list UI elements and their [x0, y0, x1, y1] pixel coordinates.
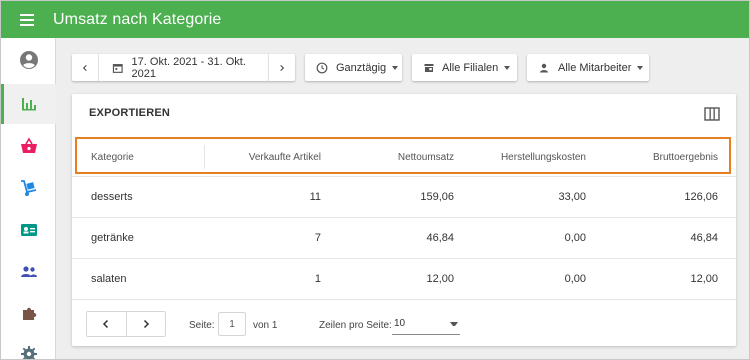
chevron-right-icon — [280, 64, 285, 71]
page-title: Umsatz nach Kategorie — [53, 10, 222, 28]
sidebar — [1, 38, 56, 359]
cell-bruttoergebnis: 12,00 — [690, 273, 718, 285]
cell-nettoumsatz: 159,06 — [420, 191, 454, 203]
column-header-nettoumsatz[interactable]: Nettoumsatz — [321, 139, 454, 175]
pagination-bar: Seite: von 1 Zeilen pro Seite: 10 — [72, 299, 736, 346]
store-icon — [424, 63, 434, 72]
app-bar: Umsatz nach Kategorie — [1, 1, 749, 38]
sidebar-item-settings[interactable] — [1, 334, 56, 359]
caret-down-icon — [392, 65, 399, 70]
page-number-input[interactable] — [218, 312, 246, 336]
sidebar-item-delivery[interactable] — [1, 168, 56, 208]
hamburger-icon — [20, 13, 34, 26]
rows-per-page-select[interactable]: 10 — [392, 313, 460, 335]
next-period-button[interactable] — [269, 54, 295, 81]
report-card: EXPORTIEREN Kategorie Verkaufte Artikel … — [72, 94, 736, 346]
page-nav-group — [86, 311, 166, 337]
cell-herstellungskosten: 0,00 — [564, 273, 586, 285]
contact-card-icon — [20, 224, 37, 236]
previous-period-button[interactable] — [72, 54, 98, 81]
sidebar-item-sales[interactable] — [1, 126, 56, 166]
bar-chart-icon — [21, 98, 36, 111]
gear-icon — [20, 346, 37, 359]
cell-verkaufte-artikel: 1 — [314, 273, 321, 285]
date-range-button[interactable]: 17. Okt. 2021 - 31. Okt. 2021 — [99, 54, 268, 81]
table-row: getränke 7 46,84 0,00 46,84 — [72, 217, 736, 258]
chevron-right-icon — [143, 319, 150, 329]
cell-nettoumsatz: 12,00 — [426, 273, 454, 285]
time-filter-label: Ganztägig — [336, 61, 387, 74]
sidebar-item-extensions[interactable] — [1, 294, 56, 334]
page-count-label: von 1 — [253, 320, 278, 331]
cell-herstellungskosten: 0,00 — [564, 232, 586, 244]
filter-toolbar: 17. Okt. 2021 - 31. Okt. 2021 Ganztägig … — [72, 54, 649, 81]
staff-filter-label: Alle Mitarbeiter — [558, 61, 632, 74]
branch-filter-label: Alle Filialen — [442, 61, 499, 74]
account-circle-icon — [19, 51, 38, 69]
column-header-herstellungskosten[interactable]: Herstellungskosten — [454, 139, 586, 175]
chevron-left-icon — [82, 64, 87, 71]
table-header: Kategorie Verkaufte Artikel Nettoumsatz … — [72, 139, 736, 175]
column-header-bruttoergebnis[interactable]: Bruttoergebnis — [586, 139, 718, 175]
card-header: EXPORTIEREN — [72, 94, 736, 134]
cell-kategorie: salaten — [91, 273, 127, 285]
sidebar-item-staff[interactable] — [1, 252, 56, 292]
cell-bruttoergebnis: 46,84 — [690, 232, 718, 244]
chevron-left-icon — [103, 319, 109, 329]
caret-down-icon — [637, 65, 644, 70]
column-header-kategorie[interactable]: Kategorie — [72, 139, 204, 175]
cell-kategorie: getränke — [91, 232, 134, 244]
table-row: salaten 1 12,00 0,00 12,00 — [72, 258, 736, 299]
rows-per-page-value: 10 — [394, 318, 406, 329]
sidebar-item-contacts[interactable] — [1, 210, 56, 250]
cell-verkaufte-artikel: 11 — [309, 191, 321, 203]
columns-icon[interactable] — [703, 105, 721, 123]
caret-down-icon — [504, 65, 511, 70]
rows-per-page-label: Zeilen pro Seite: — [319, 320, 392, 331]
staff-filter-button[interactable]: Alle Mitarbeiter — [527, 54, 649, 81]
sidebar-item-account[interactable] — [1, 40, 56, 80]
table-row: desserts 11 159,06 33,00 126,06 — [72, 176, 736, 217]
column-header-verkaufte-artikel[interactable]: Verkaufte Artikel — [204, 139, 321, 175]
menu-button[interactable] — [1, 1, 53, 38]
export-button[interactable]: EXPORTIEREN — [89, 107, 170, 119]
cell-nettoumsatz: 46,84 — [426, 232, 454, 244]
branch-filter-button[interactable]: Alle Filialen — [412, 54, 517, 81]
time-filter-button[interactable]: Ganztägig — [305, 54, 402, 81]
people-icon — [20, 266, 37, 277]
next-page-button[interactable] — [125, 312, 165, 336]
date-range-label: 17. Okt. 2021 - 31. Okt. 2021 — [131, 55, 246, 80]
date-range-picker: 17. Okt. 2021 - 31. Okt. 2021 — [72, 54, 295, 81]
cell-verkaufte-artikel: 7 — [314, 232, 321, 244]
app-window: Umsatz nach Kategorie 17. Okt. 2021 - 31… — [0, 0, 750, 360]
caret-down-icon — [450, 321, 458, 326]
cell-bruttoergebnis: 126,06 — [684, 191, 718, 203]
hand-truck-icon — [20, 180, 36, 196]
calendar-icon — [112, 63, 123, 73]
cell-kategorie: desserts — [91, 191, 133, 203]
previous-page-button[interactable] — [87, 312, 126, 336]
sidebar-item-reports[interactable] — [1, 84, 56, 124]
clock-icon — [316, 62, 328, 73]
page-label: Seite: — [189, 320, 215, 331]
person-icon — [540, 63, 548, 72]
basket-icon — [20, 137, 37, 153]
cell-herstellungskosten: 33,00 — [558, 191, 586, 203]
puzzle-icon — [22, 307, 36, 320]
